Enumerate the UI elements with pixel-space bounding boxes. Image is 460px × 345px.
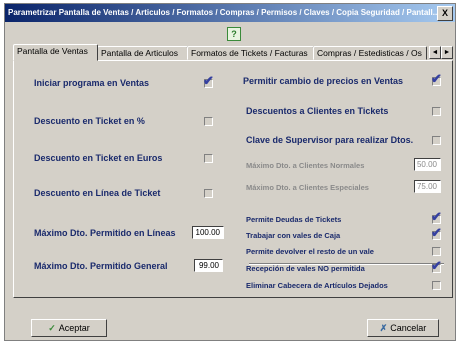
option-label: Permite Deudas de Tickets <box>246 215 342 224</box>
tab-scroll-left-icon[interactable]: ◄ <box>429 46 441 59</box>
check-icon: ✔ <box>431 258 442 273</box>
check-icon: ✔ <box>203 73 214 88</box>
max-dto-general-input[interactable]: 99.00 <box>194 259 223 272</box>
cancel-icon: ✗ <box>379 323 388 333</box>
checkbox-devolver-vale[interactable] <box>432 247 441 256</box>
check-icon: ✔ <box>431 71 442 86</box>
close-button[interactable]: X <box>437 6 453 21</box>
field-label: Máximo Dto. Permitido en Líneas <box>34 228 176 238</box>
checkbox-recepcion-vales[interactable]: ✔ <box>431 259 442 273</box>
settings-window: Parametrizar Pantalla de Ventas / Articu… <box>4 3 456 341</box>
tab-pantalla-ventas[interactable]: Pantalla de Ventas <box>13 44 98 61</box>
option-label: Clave de Supervisor para realizar Dtos. <box>246 135 414 145</box>
checkbox-descuento-porcentaje[interactable] <box>204 117 213 126</box>
option-label: Recepción de vales NO permitida <box>246 264 365 273</box>
checkbox-iniciar-ventas[interactable]: ✔ <box>203 74 214 88</box>
checkbox-vales-caja[interactable]: ✔ <box>431 226 442 240</box>
tab-bar: Pantalla de Ventas Pantalla de Articulos… <box>13 44 453 61</box>
option-label: Descuento en Ticket en Euros <box>34 153 163 163</box>
checkbox-descuento-euros[interactable] <box>204 154 213 163</box>
option-label: Iniciar programa en Ventas <box>34 78 150 88</box>
tab-formatos[interactable]: Formatos de Tickets / Facturas <box>187 46 314 60</box>
window-title: Parametrizar Pantalla de Ventas / Articu… <box>5 4 455 22</box>
max-dto-normales-input[interactable]: 50.00 <box>414 158 441 171</box>
check-icon: ✔ <box>431 225 442 240</box>
checkbox-clave-supervisor[interactable] <box>432 136 441 145</box>
tab-panel: Iniciar programa en Ventas ✔ Descuento e… <box>13 60 453 298</box>
accept-label: Aceptar <box>58 323 90 333</box>
checkbox-descuentos-clientes[interactable] <box>432 107 441 116</box>
max-dto-lineas-input[interactable]: 100.00 <box>192 226 224 239</box>
tab-compras[interactable]: Compras / Estedisticas / Os <box>313 46 427 60</box>
field-label: Máximo Dto. a Clientes Especiales <box>246 183 369 192</box>
option-label: Descuentos a Clientes en Tickets <box>246 106 389 116</box>
accept-icon: ✓ <box>48 323 56 333</box>
check-icon: ✔ <box>431 209 442 224</box>
option-label: Trabajar con vales de Caja <box>246 231 341 240</box>
field-label: Máximo Dto. a Clientes Normales <box>246 161 365 170</box>
help-icon[interactable]: ? <box>227 27 241 41</box>
checkbox-eliminar-cabecera[interactable] <box>432 281 441 290</box>
option-label: Descuento en Ticket en % <box>34 116 145 126</box>
tab-pantalla-articulos[interactable]: Pantalla de Articulos <box>97 46 188 60</box>
checkbox-deudas-tickets[interactable]: ✔ <box>431 210 442 224</box>
option-label: Permite devolver el resto de un vale <box>246 247 374 256</box>
option-label: Eliminar Cabecera de Artículos Dejados <box>246 281 388 290</box>
checkbox-cambio-precios[interactable]: ✔ <box>431 72 442 86</box>
accept-button[interactable]: ✓ Aceptar <box>31 319 107 337</box>
cancel-label: Cancelar <box>390 323 427 333</box>
field-label: Máximo Dto. Permitido General <box>34 261 168 271</box>
option-label: Permitir cambio de precios en Ventas <box>243 76 404 86</box>
checkbox-descuento-linea[interactable] <box>204 189 213 198</box>
cancel-button[interactable]: ✗ Cancelar <box>367 319 439 337</box>
max-dto-especiales-input[interactable]: 75.00 <box>414 180 441 193</box>
tab-scroll-right-icon[interactable]: ► <box>441 46 453 59</box>
option-label: Descuento en Línea de Ticket <box>34 188 161 198</box>
